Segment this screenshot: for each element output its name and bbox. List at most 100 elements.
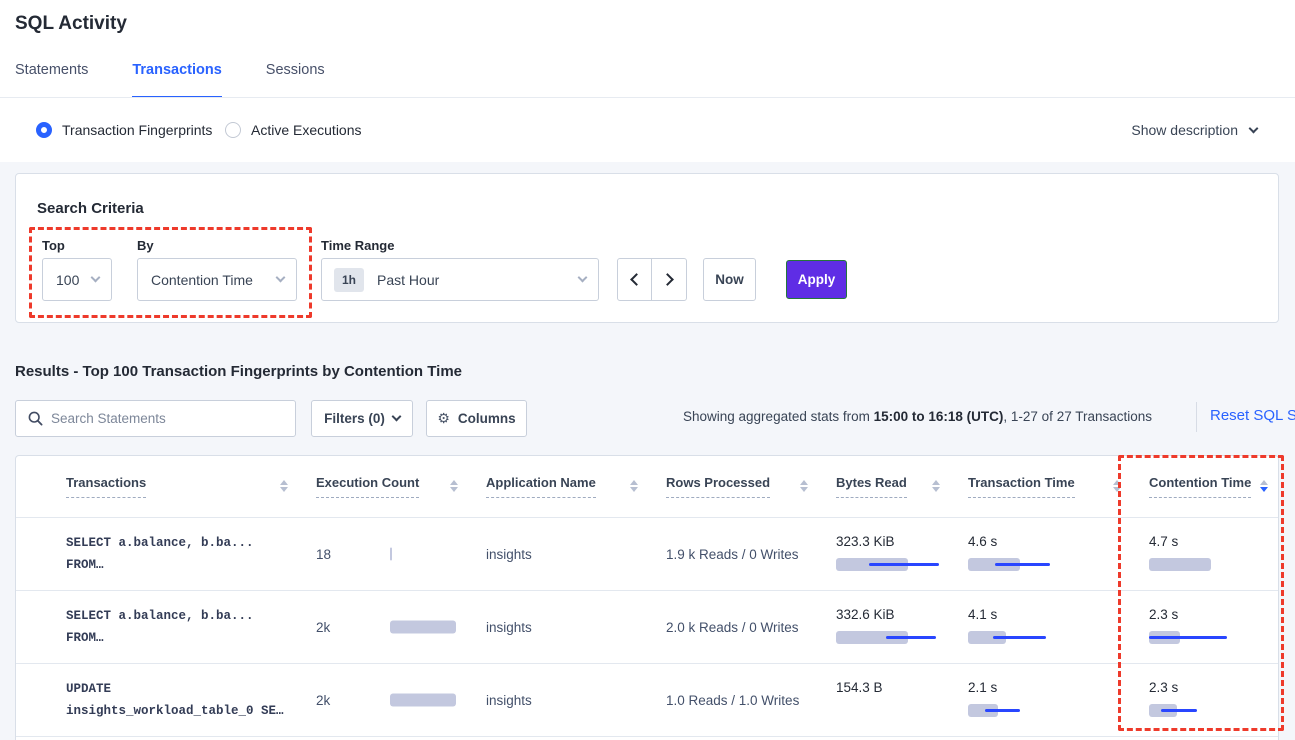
execution-count-bar [390, 621, 460, 634]
time-range-badge: 1h [334, 268, 364, 292]
cell-application-name: insights [472, 664, 652, 736]
cell-transaction-fingerprint[interactable]: UPDATE insights_workload_table_0 SE… [52, 664, 302, 736]
cell-application-name: insights [472, 518, 652, 590]
time-range-value: Past Hour [377, 272, 439, 288]
chevron-down-icon [391, 412, 401, 422]
now-button[interactable]: Now [703, 258, 756, 301]
radio-active-executions[interactable]: Active Executions [225, 98, 362, 162]
cell-transaction-time: 2.1 s [954, 664, 1135, 736]
cell-bytes-read: 332.6 KiB [822, 591, 954, 663]
search-statements-box [15, 400, 296, 437]
search-icon [28, 411, 43, 426]
column-header-transaction-time[interactable]: Transaction Time [954, 456, 1135, 517]
gear-icon: ⚙ [437, 410, 450, 427]
transaction-time-bar [968, 558, 1135, 571]
cell-transaction-fingerprint[interactable]: SELECT a.balance, b.ba... FROM… [52, 518, 302, 590]
tab-bar: Statements Transactions Sessions [15, 62, 325, 99]
by-label: By [137, 238, 154, 253]
filters-label: Filters (0) [324, 411, 385, 426]
columns-button[interactable]: ⚙ Columns [426, 400, 527, 437]
radio-unselected-icon[interactable] [225, 122, 241, 138]
by-select-value: Contention Time [138, 272, 253, 288]
time-range-next-button[interactable] [652, 259, 686, 300]
tab-sessions[interactable]: Sessions [266, 62, 325, 99]
tab-transactions[interactable]: Transactions [132, 62, 221, 99]
column-header-application-name[interactable]: Application Name [472, 456, 652, 517]
column-header-transactions[interactable]: Transactions [52, 456, 302, 517]
transaction-time-bar [968, 631, 1135, 644]
apply-button[interactable]: Apply [786, 260, 847, 299]
cell-rows-processed: 2.0 k Reads / 0 Writes [652, 591, 822, 663]
transaction-time-bar [968, 704, 1135, 717]
columns-label: Columns [458, 411, 516, 426]
contention-time-bar [1149, 704, 1279, 717]
cell-contention-time: 2.3 s [1135, 591, 1279, 663]
cell-contention-time: 2.3 s [1135, 664, 1279, 736]
by-select[interactable]: Contention Time [137, 258, 297, 301]
table-header-row: Transactions Execution Count Application… [16, 456, 1278, 518]
time-range-prev-button[interactable] [618, 259, 652, 300]
sort-icon[interactable] [280, 480, 288, 492]
reset-sql-stats-link[interactable]: Reset SQL Stats [1210, 407, 1295, 424]
table-row[interactable]: UPDATE insights_workload_table_0 SE… 2k … [16, 664, 1278, 737]
time-range-select[interactable]: 1h Past Hour [321, 258, 599, 301]
search-criteria-card: Search Criteria Top 100 By Contention Ti… [15, 173, 1279, 323]
sort-icon[interactable] [1113, 480, 1121, 492]
chevron-down-icon [276, 273, 286, 283]
view-toggle-bar: Transaction Fingerprints Active Executio… [0, 98, 1295, 162]
results-heading: Results - Top 100 Transaction Fingerprin… [15, 363, 462, 380]
sort-icon[interactable] [450, 480, 458, 492]
sort-icon[interactable] [800, 480, 808, 492]
top-label: Top [42, 238, 65, 253]
chevron-down-icon [91, 273, 101, 283]
cell-bytes-read: 323.3 KiB [822, 518, 954, 590]
cell-rows-processed: 1.0 Reads / 1.0 Writes [652, 664, 822, 736]
cell-execution-count: 2k [302, 591, 472, 663]
chevron-down-icon [1249, 123, 1259, 133]
top-select[interactable]: 100 [42, 258, 112, 301]
search-statements-input[interactable] [51, 411, 295, 426]
cell-transaction-fingerprint[interactable]: SELECT a.balance, b.ba... FROM… [52, 591, 302, 663]
radio-transaction-fingerprints[interactable]: Transaction Fingerprints [36, 98, 212, 162]
radio-label: Active Executions [251, 122, 362, 138]
sql-activity-page: SQL Activity Statements Transactions Ses… [0, 0, 1295, 740]
column-header-bytes-read[interactable]: Bytes Read [822, 456, 954, 517]
search-criteria-heading: Search Criteria [37, 200, 144, 217]
column-header-execution-count[interactable]: Execution Count [302, 456, 472, 517]
cell-execution-count: 18 [302, 518, 472, 590]
cell-transaction-time: 4.1 s [954, 591, 1135, 663]
chevron-down-icon [578, 273, 588, 283]
bytes-read-bar [836, 558, 954, 571]
cell-bytes-read: 154.3 B [822, 664, 954, 736]
table-row[interactable]: SELECT a.balance, b.ba... FROM… 18 insig… [16, 518, 1278, 591]
chevron-right-icon [661, 273, 674, 286]
sort-icon[interactable] [932, 480, 940, 492]
time-range-label: Time Range [321, 238, 394, 253]
bytes-read-bar [836, 631, 954, 644]
sort-icon[interactable] [630, 480, 638, 492]
cell-rows-processed: 1.9 k Reads / 0 Writes [652, 518, 822, 590]
show-description-toggle[interactable]: Show description [1131, 98, 1257, 162]
filters-button[interactable]: Filters (0) [311, 400, 413, 437]
sort-icon-active-desc[interactable] [1260, 480, 1268, 492]
execution-count-bar [390, 694, 460, 707]
execution-count-bar [390, 548, 460, 561]
contention-time-bar [1149, 631, 1279, 644]
cell-execution-count: 2k [302, 664, 472, 736]
column-header-contention-time[interactable]: Contention Time [1135, 456, 1279, 517]
show-description-label: Show description [1131, 122, 1238, 138]
chevron-left-icon [630, 273, 643, 286]
stats-divider [1196, 402, 1197, 432]
top-select-value: 100 [43, 272, 79, 288]
cell-contention-time: 4.7 s [1135, 518, 1279, 590]
cell-transaction-time: 4.6 s [954, 518, 1135, 590]
radio-selected-icon[interactable] [36, 122, 52, 138]
table-row[interactable]: SELECT a.balance, b.ba... FROM… 2k insig… [16, 591, 1278, 664]
contention-time-bar [1149, 558, 1279, 571]
tab-statements[interactable]: Statements [15, 62, 88, 99]
time-range-arrows [617, 258, 687, 301]
column-header-rows-processed[interactable]: Rows Processed [652, 456, 822, 517]
stats-time-range: 15:00 to 16:18 (UTC) [874, 409, 1004, 424]
transactions-table: Transactions Execution Count Application… [15, 455, 1279, 740]
radio-label: Transaction Fingerprints [62, 122, 212, 138]
